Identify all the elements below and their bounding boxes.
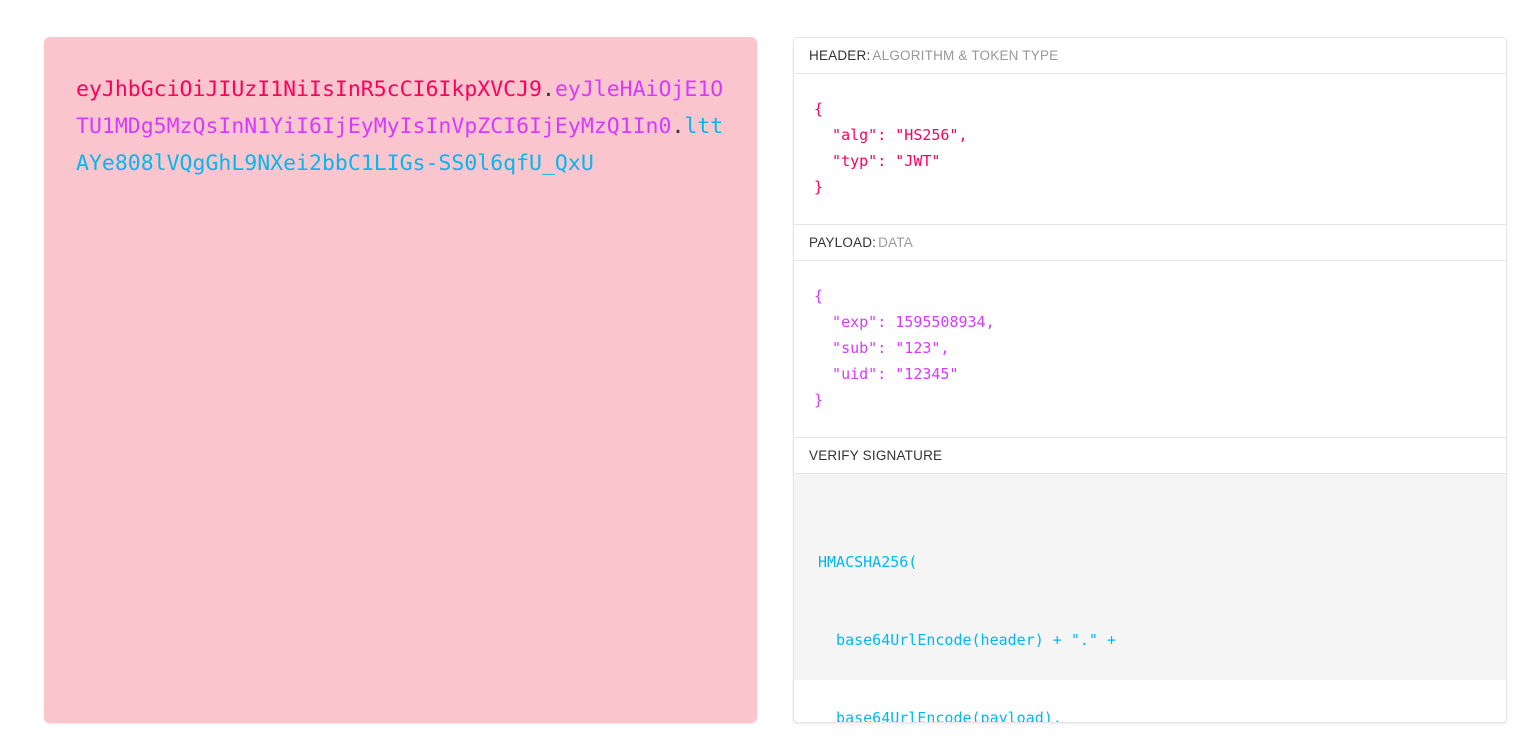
jwt-debugger-page: eyJhbGciOiJIUzI1NiIsInR5cCI6IkpXVCJ9.eyJ…	[0, 0, 1536, 741]
base64-header-line: base64UrlEncode(header) + "." +	[818, 631, 1117, 649]
header-json-editor[interactable]: { "alg": "HS256", "typ": "JWT" }	[794, 74, 1506, 225]
header-sublabel-text: ALGORITHM & TOKEN TYPE	[872, 48, 1059, 63]
payload-json-editor[interactable]: { "exp": 1595508934, "sub": "123", "uid"…	[794, 261, 1506, 438]
signature-verification-body: HMACSHA256( base64UrlEncode(header) + ".…	[794, 474, 1506, 722]
base64-payload-line: base64UrlEncode(payload),	[818, 709, 1062, 723]
payload-label-text: PAYLOAD:	[809, 235, 877, 250]
header-label-text: HEADER:	[809, 48, 871, 63]
token-separator-2: .	[671, 114, 685, 139]
hmac-function-line: HMACSHA256(	[818, 553, 918, 571]
payload-section-label: PAYLOAD: DATA	[794, 225, 1506, 261]
encoded-token-panel[interactable]: eyJhbGciOiJIUzI1NiIsInR5cCI6IkpXVCJ9.eyJ…	[44, 37, 757, 723]
signature-label-text: VERIFY SIGNATURE	[809, 448, 943, 463]
decoded-token-panel: HEADER: ALGORITHM & TOKEN TYPE { "alg": "…	[793, 37, 1507, 723]
token-header-segment: eyJhbGciOiJIUzI1NiIsInR5cCI6IkpXVCJ9	[76, 77, 542, 102]
payload-sublabel-text: DATA	[878, 235, 913, 250]
header-section-label: HEADER: ALGORITHM & TOKEN TYPE	[794, 38, 1506, 74]
token-separator-1: .	[542, 77, 555, 102]
signature-section-label: VERIFY SIGNATURE	[794, 438, 1506, 474]
encoded-token-text[interactable]: eyJhbGciOiJIUzI1NiIsInR5cCI6IkpXVCJ9.eyJ…	[76, 71, 727, 182]
